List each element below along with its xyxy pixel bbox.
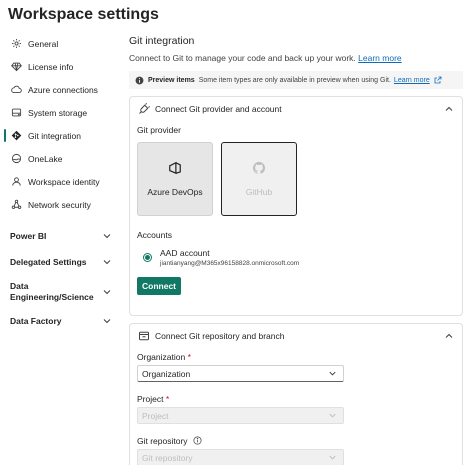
settings-sidebar: General License info Azure connections S…	[0, 30, 124, 334]
provider-card-header[interactable]: Connect Git provider and account	[130, 97, 462, 121]
sidebar-item-workspace-identity[interactable]: Workspace identity	[0, 170, 124, 193]
storage-icon	[10, 107, 22, 119]
github-tile[interactable]: GitHub	[221, 142, 297, 216]
sidebar-item-label: Azure connections	[28, 84, 98, 95]
sidebar-group-label: Delegated Settings	[10, 257, 87, 267]
chevron-down-icon	[103, 319, 111, 324]
azure-devops-icon	[169, 161, 181, 175]
sidebar-item-git-integration[interactable]: Git integration	[0, 124, 124, 147]
chevron-down-icon	[329, 371, 336, 376]
repository-icon	[138, 330, 150, 342]
sidebar-item-network-security[interactable]: Network security	[0, 193, 124, 216]
repository-dropdown[interactable]: Git repository	[137, 449, 344, 465]
sidebar-group-data-engineering[interactable]: Data Engineering/Science	[0, 276, 124, 308]
sidebar-item-label: Workspace identity	[28, 176, 100, 187]
project-label: Project *	[137, 394, 170, 404]
provider-card: Connect Git provider and account Git pro…	[129, 96, 463, 316]
tile-label: GitHub	[245, 187, 273, 197]
sidebar-group-power-bi[interactable]: Power BI	[0, 224, 124, 248]
sidebar-group-label: Data Engineering/Science	[10, 281, 94, 302]
preview-banner: Preview items Some item types are only a…	[129, 71, 463, 89]
info-icon[interactable]	[193, 436, 202, 445]
network-icon	[10, 199, 22, 211]
sidebar-item-label: OneLake	[28, 153, 63, 164]
sidebar-item-license-info[interactable]: License info	[0, 55, 124, 78]
chevron-down-icon	[329, 413, 336, 418]
page-title: Workspace settings	[8, 6, 159, 23]
account-name: AAD account	[160, 248, 210, 258]
sidebar-item-label: License info	[28, 61, 74, 72]
repo-card-title: Connect Git repository and branch	[155, 331, 285, 341]
organization-label: Organization *	[137, 352, 191, 362]
section-title: Git integration	[129, 35, 195, 47]
project-dropdown[interactable]: Project	[137, 407, 344, 424]
git-provider-label: Git provider	[137, 125, 181, 135]
chevron-up-icon[interactable]	[444, 331, 454, 341]
chevron-down-icon	[103, 234, 111, 239]
banner-title: Preview items	[148, 76, 195, 84]
sidebar-item-label: Network security	[28, 199, 91, 210]
account-radio[interactable]	[143, 253, 152, 262]
git-icon	[10, 130, 22, 142]
organization-value: Organization	[142, 368, 191, 379]
section-subtitle: Connect to Git to manage your code and b…	[129, 53, 402, 63]
chevron-down-icon	[103, 260, 111, 265]
repo-card: Connect Git repository and branch Organi…	[129, 323, 463, 465]
sidebar-group-data-factory[interactable]: Data Factory	[0, 308, 124, 334]
plug-icon	[138, 103, 150, 115]
diamond-icon	[10, 61, 22, 73]
repository-label: Git repository	[137, 436, 462, 446]
chevron-down-icon	[329, 455, 336, 460]
sidebar-item-onelake[interactable]: OneLake	[0, 147, 124, 170]
onelake-icon	[10, 153, 22, 165]
organization-dropdown[interactable]: Organization	[137, 365, 344, 382]
sidebar-item-azure-connections[interactable]: Azure connections	[0, 78, 124, 101]
sidebar-item-label: General	[28, 38, 59, 49]
info-icon	[135, 76, 144, 84]
banner-learn-more-link[interactable]: Learn more	[394, 77, 430, 84]
external-link-icon	[434, 76, 442, 84]
github-icon	[252, 161, 266, 174]
sidebar-item-label: System storage	[28, 107, 88, 118]
gear-icon	[10, 38, 22, 50]
learn-more-link[interactable]: Learn more	[358, 53, 401, 63]
project-value: Project	[142, 410, 169, 421]
provider-options: Azure DevOps GitHub	[137, 142, 462, 216]
azure-devops-tile[interactable]: Azure DevOps	[137, 142, 213, 216]
identity-icon	[10, 176, 22, 188]
repository-value: Git repository	[142, 452, 193, 463]
repo-card-header[interactable]: Connect Git repository and branch	[130, 324, 462, 348]
chevron-up-icon[interactable]	[444, 104, 454, 114]
banner-text: Some item types are only available in pr…	[198, 76, 391, 84]
provider-card-title: Connect Git provider and account	[155, 104, 282, 114]
sidebar-group-delegated-settings[interactable]: Delegated Settings	[0, 248, 124, 276]
sidebar-item-general[interactable]: General	[0, 32, 124, 55]
sidebar-group-label: Power BI	[10, 231, 47, 241]
accounts-label: Accounts	[137, 230, 172, 240]
account-option[interactable]: AAD account jiantianyang@M365x96158828.o…	[143, 248, 462, 267]
git-integration-panel: Git integration Connect to Git to manage…	[129, 30, 463, 465]
cloud-icon	[10, 84, 22, 96]
sidebar-item-system-storage[interactable]: System storage	[0, 101, 124, 124]
account-email: jiantianyang@M365x96158828.onmicrosoft.c…	[160, 260, 300, 267]
connect-button[interactable]: Connect	[137, 277, 181, 295]
sidebar-group-label: Data Factory	[10, 316, 62, 326]
tile-label: Azure DevOps	[147, 187, 203, 197]
chevron-down-icon	[103, 290, 111, 295]
sidebar-item-label: Git integration	[28, 130, 81, 141]
